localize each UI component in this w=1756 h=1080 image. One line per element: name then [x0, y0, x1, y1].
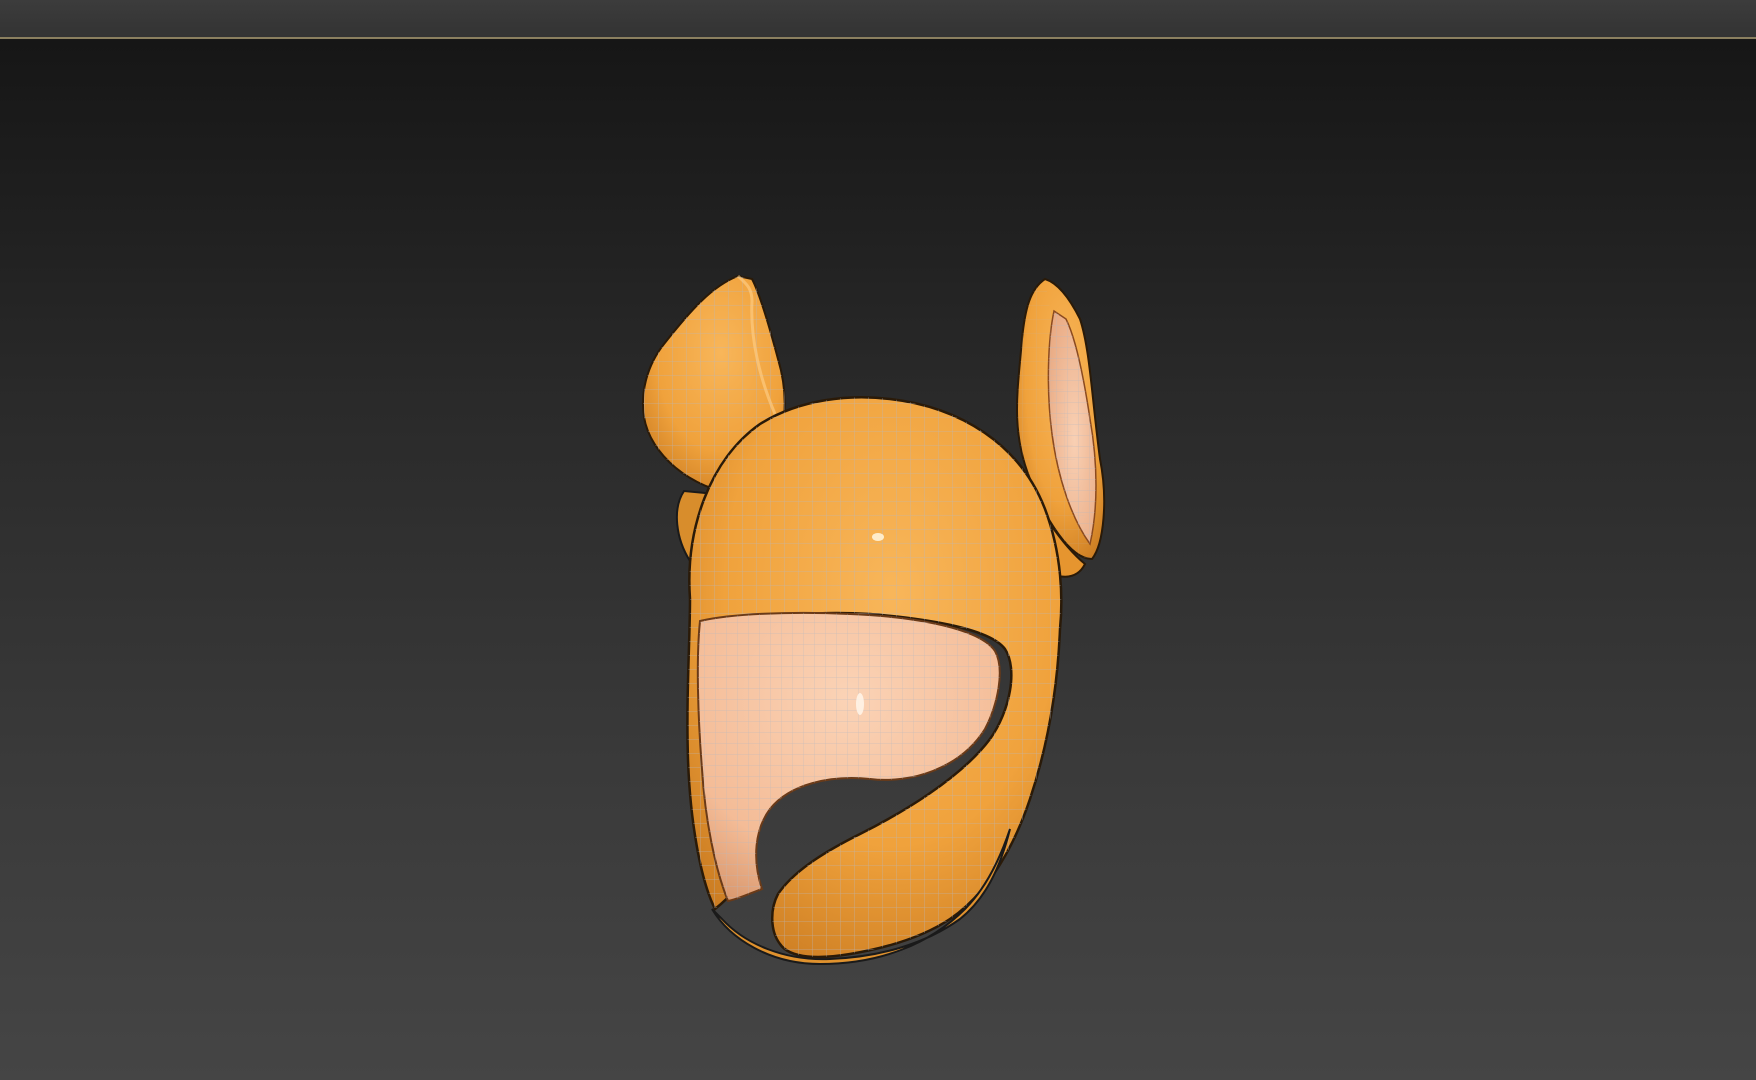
perspective-viewport[interactable]	[0, 39, 1756, 1080]
scene-canvas[interactable]	[0, 39, 1756, 1080]
max-viewport-window	[0, 0, 1756, 1080]
lining-highlight	[856, 693, 864, 715]
viewport-header-bar	[0, 0, 1756, 37]
dome-highlight	[872, 533, 884, 541]
hat-mesh[interactable]	[642, 274, 1106, 966]
